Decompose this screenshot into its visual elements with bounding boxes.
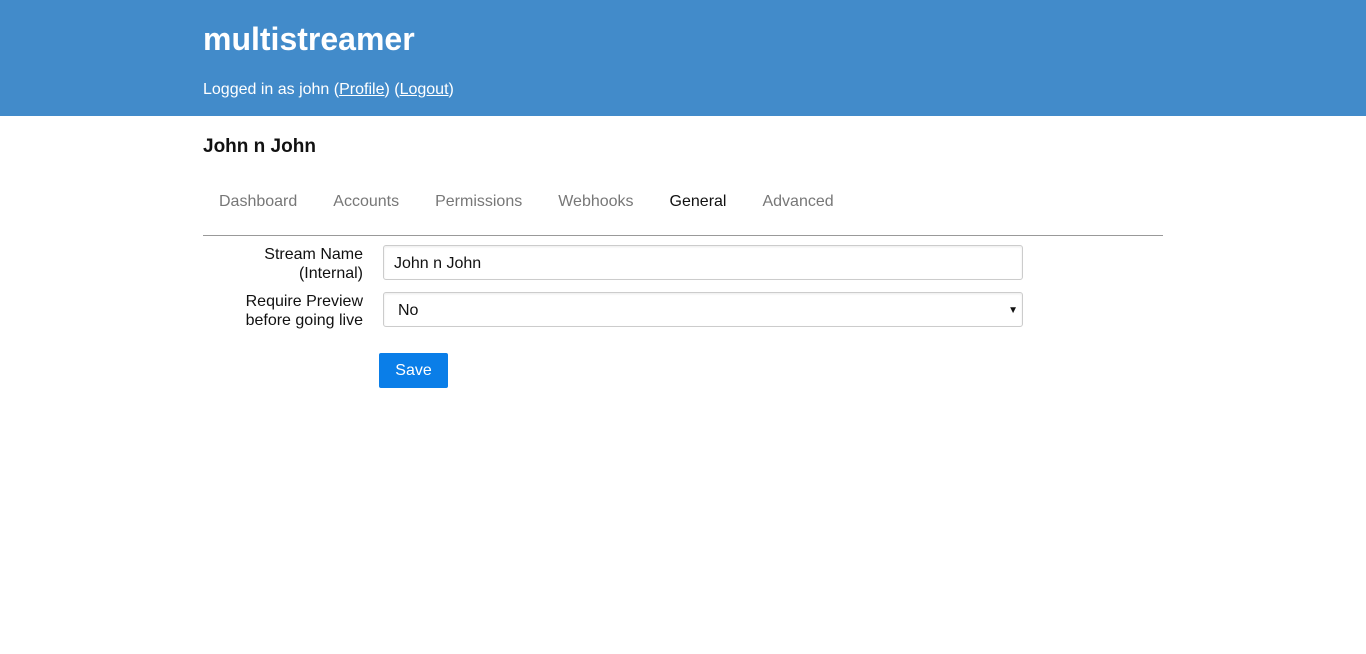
stream-name-label: Stream Name (Internal) [203, 245, 363, 283]
tab-webhooks[interactable]: Webhooks [542, 190, 649, 235]
page-title: John n John [203, 136, 316, 157]
logout-link[interactable]: Logout [400, 81, 449, 98]
login-status: Logged in as john (Profile) (Logout) [203, 81, 454, 99]
profile-link[interactable]: Profile [339, 81, 384, 98]
label-line: Stream Name [264, 246, 363, 263]
login-sep: ) ( [384, 81, 400, 98]
login-text: Logged in as john ( [203, 81, 340, 98]
require-preview-label: Require Preview before going live [203, 292, 363, 330]
tab-bar: Dashboard Accounts Permissions Webhooks … [203, 190, 1163, 236]
save-button[interactable]: Save [379, 353, 448, 388]
app-title: multistreamer [203, 21, 415, 57]
stream-name-row: Stream Name (Internal) John n John [203, 245, 1023, 283]
label-line: before going live [245, 312, 363, 329]
tab-advanced[interactable]: Advanced [746, 190, 849, 235]
tab-permissions[interactable]: Permissions [419, 190, 538, 235]
stream-name-input[interactable]: John n John [383, 245, 1023, 280]
tab-general[interactable]: General [654, 190, 743, 235]
require-preview-select[interactable]: No ▼ [383, 292, 1023, 327]
require-preview-row: Require Preview before going live No ▼ [203, 292, 1023, 330]
tab-accounts[interactable]: Accounts [317, 190, 415, 235]
label-line: (Internal) [298, 265, 363, 282]
login-suffix: ) [448, 81, 454, 98]
selected-value: No [398, 302, 419, 319]
app-header: multistreamer Logged in as john (Profile… [0, 0, 1366, 116]
label-line: Require Preview [245, 293, 363, 310]
tab-dashboard[interactable]: Dashboard [203, 190, 313, 235]
caret-down-icon: ▼ [1008, 305, 1018, 316]
